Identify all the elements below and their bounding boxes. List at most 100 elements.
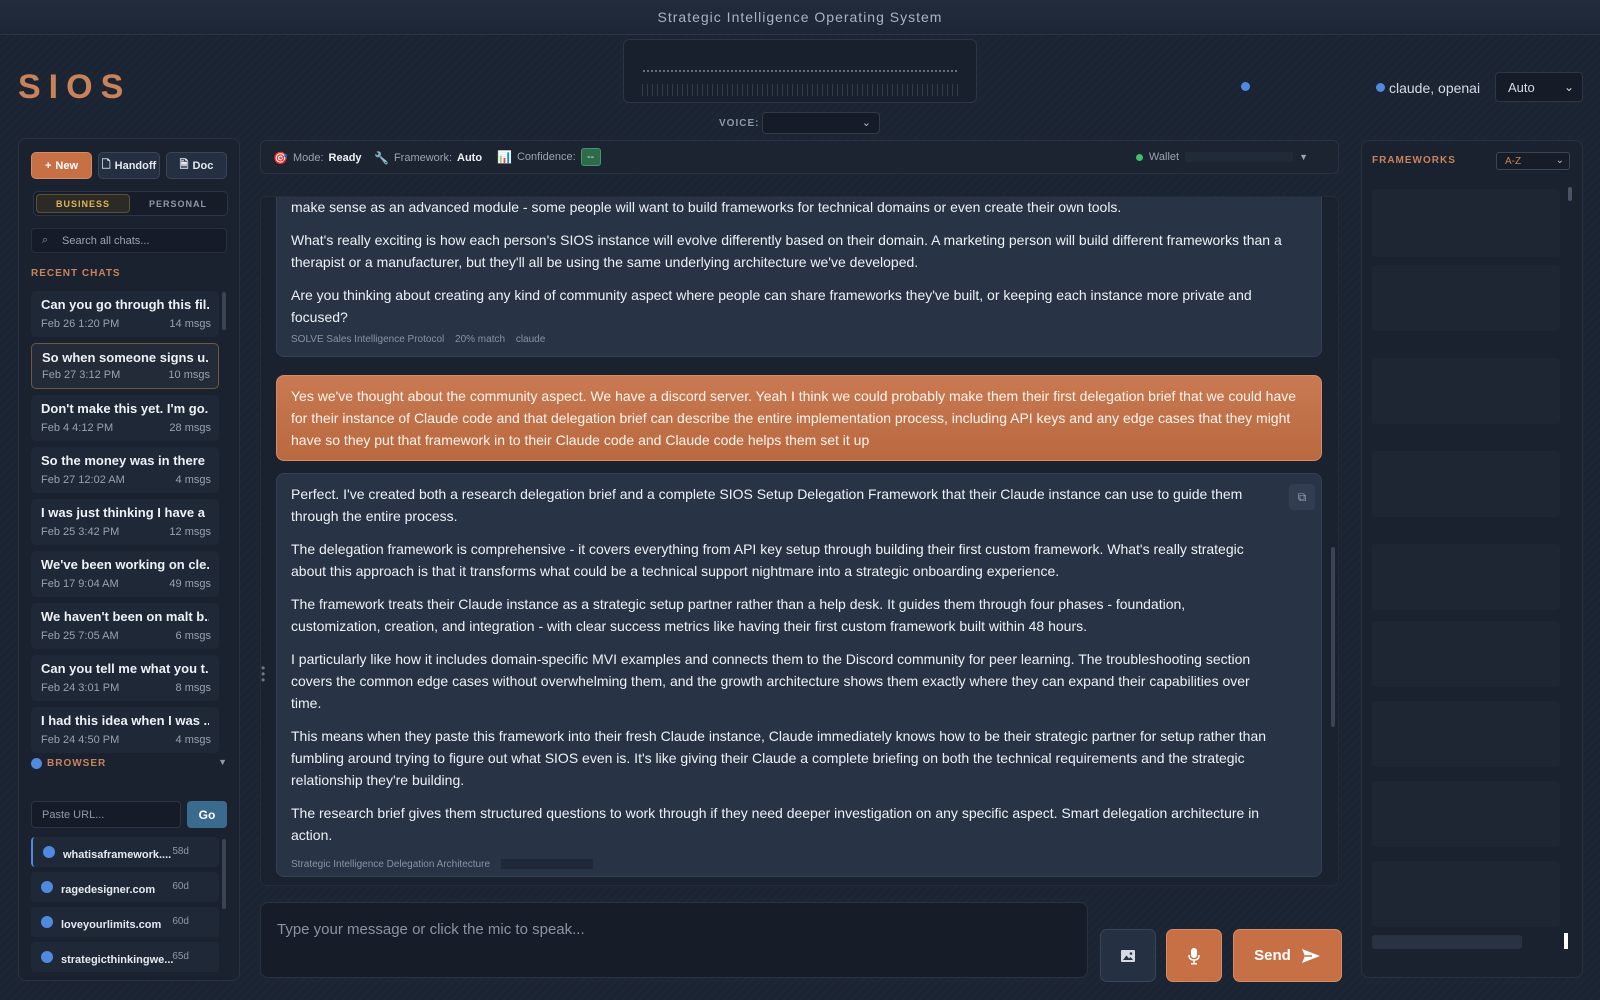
- browser-item-url: ragedesigner.com: [61, 884, 156, 896]
- new-chat-button[interactable]: + New: [31, 152, 92, 179]
- browser-item-age: 60d: [172, 881, 189, 892]
- meta-framework: SOLVE Sales Intelligence Protocol: [291, 334, 445, 345]
- chat-item-active[interactable]: So when someone signs u... Feb 27 3:12 P…: [31, 343, 219, 389]
- frameworks-panel: FRAMEWORKS A-Z ⌄: [1361, 140, 1583, 978]
- chat-item[interactable]: We haven't been on malt b... Feb 25 7:05…: [31, 603, 219, 649]
- wallet-indicator[interactable]: Wallet ▼: [1135, 151, 1308, 163]
- resize-handle-icon[interactable]: • • •: [261, 662, 265, 686]
- providers-text: claude, openai: [1389, 80, 1481, 96]
- doc-button[interactable]: 🗎 Doc: [166, 152, 227, 179]
- url-input[interactable]: Paste URL...: [31, 801, 181, 828]
- browser-item[interactable]: strategicthinkingwe... 65d: [31, 942, 219, 972]
- chat-item[interactable]: I had this idea when I was ... Feb 24 4:…: [31, 707, 219, 753]
- chat-list-scrollbar[interactable]: [222, 292, 226, 330]
- app-logo: SIOS: [18, 68, 132, 106]
- confidence-badge: --: [580, 148, 601, 166]
- collapse-caret-icon[interactable]: ▼: [218, 757, 227, 767]
- chat-scrollbar[interactable]: [1331, 547, 1335, 727]
- message-input-placeholder: Type your message or click the mic to sp…: [277, 921, 585, 938]
- segment-personal[interactable]: PERSONAL: [131, 194, 225, 213]
- chat-item[interactable]: I was just thinking I have a ... Feb 25 …: [31, 499, 219, 545]
- go-button[interactable]: Go: [187, 801, 227, 828]
- chevron-down-icon: ⌄: [1563, 80, 1574, 94]
- browser-item[interactable]: ragedesigner.com 60d: [31, 872, 219, 902]
- globe-icon: [41, 951, 53, 963]
- doc-label: Doc: [192, 159, 214, 172]
- confidence-label: Confidence:: [516, 151, 576, 163]
- chart-icon: 📊: [497, 150, 512, 164]
- text-cursor: [1564, 933, 1568, 949]
- framework-card[interactable]: [1372, 265, 1560, 331]
- chat-title: So the money was in there ...: [41, 453, 209, 468]
- message-paragraph: Yes we've thought about the community as…: [291, 388, 1297, 448]
- wallet-status-dot-icon: [1135, 153, 1143, 161]
- recent-chats-title: RECENT CHATS: [31, 268, 121, 279]
- chat-title: We've been working on cle...: [41, 557, 209, 572]
- voice-select[interactable]: ⌄: [762, 112, 880, 134]
- browser-section-header[interactable]: BROWSER ▼: [31, 757, 227, 771]
- browser-item-url: loveyourlimits.com: [61, 919, 162, 931]
- mode-indicator: 🎯 Mode: Ready: [273, 151, 362, 165]
- chevron-down-icon[interactable]: ▼: [1299, 152, 1308, 162]
- meta-framework: Strategic Intelligence Delegation Archit…: [291, 859, 491, 870]
- model-select-value: Auto: [1508, 80, 1535, 95]
- browser-item[interactable]: whatisaframework.... 58d: [31, 837, 219, 867]
- chat-item[interactable]: So the money was in there ... Feb 27 12:…: [31, 447, 219, 493]
- segment-business[interactable]: BUSINESS: [36, 194, 130, 213]
- message-meta: Strategic Intelligence Delegation Archit…: [291, 854, 601, 876]
- frameworks-scrollbar[interactable]: [1568, 187, 1572, 201]
- message-paragraph: make sense as an advanced module - some …: [291, 199, 1122, 215]
- workspace-toggle: BUSINESS PERSONAL: [33, 191, 228, 216]
- chat-msg-count: 49 msgs: [169, 578, 211, 590]
- sort-value: A-Z: [1505, 156, 1522, 167]
- window-title: Strategic Intelligence Operating System: [0, 0, 1600, 35]
- chat-item[interactable]: Don't make this yet. I'm go... Feb 4 4:1…: [31, 395, 219, 441]
- chat-item[interactable]: Can you go through this fil... Feb 26 1:…: [31, 291, 219, 337]
- chat-item[interactable]: Can you tell me what you t... Feb 24 3:0…: [31, 655, 219, 701]
- browser-item[interactable]: loveyourlimits.com 60d: [31, 907, 219, 937]
- framework-card[interactable]: [1372, 701, 1560, 767]
- chat-date: Feb 24 3:01 PM: [41, 682, 120, 694]
- chat-item[interactable]: We've been working on cle... Feb 17 9:04…: [31, 551, 219, 597]
- new-chat-label: New: [55, 159, 79, 172]
- globe-icon: [41, 916, 53, 928]
- framework-card[interactable]: [1372, 621, 1560, 687]
- message-meta: SOLVE Sales Intelligence Protocol 20% ma…: [291, 329, 553, 351]
- model-select[interactable]: Auto ⌄: [1495, 72, 1583, 102]
- sort-select[interactable]: A-Z ⌄: [1496, 152, 1570, 170]
- search-icon: ⌕: [42, 234, 49, 246]
- chat-date: Feb 24 4:50 PM: [41, 734, 120, 746]
- voice-label: VOICE:: [719, 118, 760, 129]
- meta-match: 20% match: [455, 334, 506, 345]
- message-input[interactable]: Type your message or click the mic to sp…: [260, 902, 1088, 978]
- message-paragraph: I particularly like how it includes doma…: [291, 651, 1251, 711]
- framework-card[interactable]: [1372, 358, 1560, 424]
- framework-card[interactable]: [1372, 189, 1560, 257]
- wrench-icon: 🔧: [374, 151, 389, 165]
- microphone-button[interactable]: [1166, 929, 1222, 982]
- chat-title: Can you go through this fil...: [41, 297, 209, 312]
- copy-icon: ⧉: [1297, 490, 1307, 504]
- frameworks-hscrollbar[interactable]: [1372, 935, 1522, 949]
- browser-list-scrollbar[interactable]: [222, 839, 226, 909]
- search-chats-input[interactable]: ⌕ Search all chats...: [31, 228, 227, 253]
- url-placeholder: Paste URL...: [42, 809, 105, 821]
- status-dot-icon: [1241, 82, 1250, 91]
- framework-card[interactable]: [1372, 544, 1560, 610]
- chat-date: Feb 27 3:12 PM: [42, 369, 121, 381]
- copy-button[interactable]: ⧉: [1289, 484, 1315, 510]
- message-paragraph: The framework treats their Claude instan…: [291, 596, 1186, 634]
- framework-card[interactable]: [1372, 861, 1560, 927]
- framework-card[interactable]: [1372, 781, 1560, 847]
- wallet-label: Wallet: [1148, 151, 1180, 163]
- message-paragraph: The research brief gives them structured…: [291, 805, 1260, 843]
- user-message: Yes we've thought about the community as…: [276, 375, 1322, 461]
- framework-card[interactable]: [1372, 451, 1560, 517]
- handoff-button[interactable]: 🗋 Handoff: [98, 152, 160, 179]
- chevron-down-icon: ⌄: [1555, 155, 1564, 166]
- target-icon: 🎯: [273, 151, 288, 165]
- send-button[interactable]: Send: [1233, 929, 1342, 982]
- chat-title: I had this idea when I was ...: [41, 713, 209, 728]
- attach-image-button[interactable]: [1100, 929, 1156, 982]
- browser-item-url: whatisaframework....: [63, 849, 172, 861]
